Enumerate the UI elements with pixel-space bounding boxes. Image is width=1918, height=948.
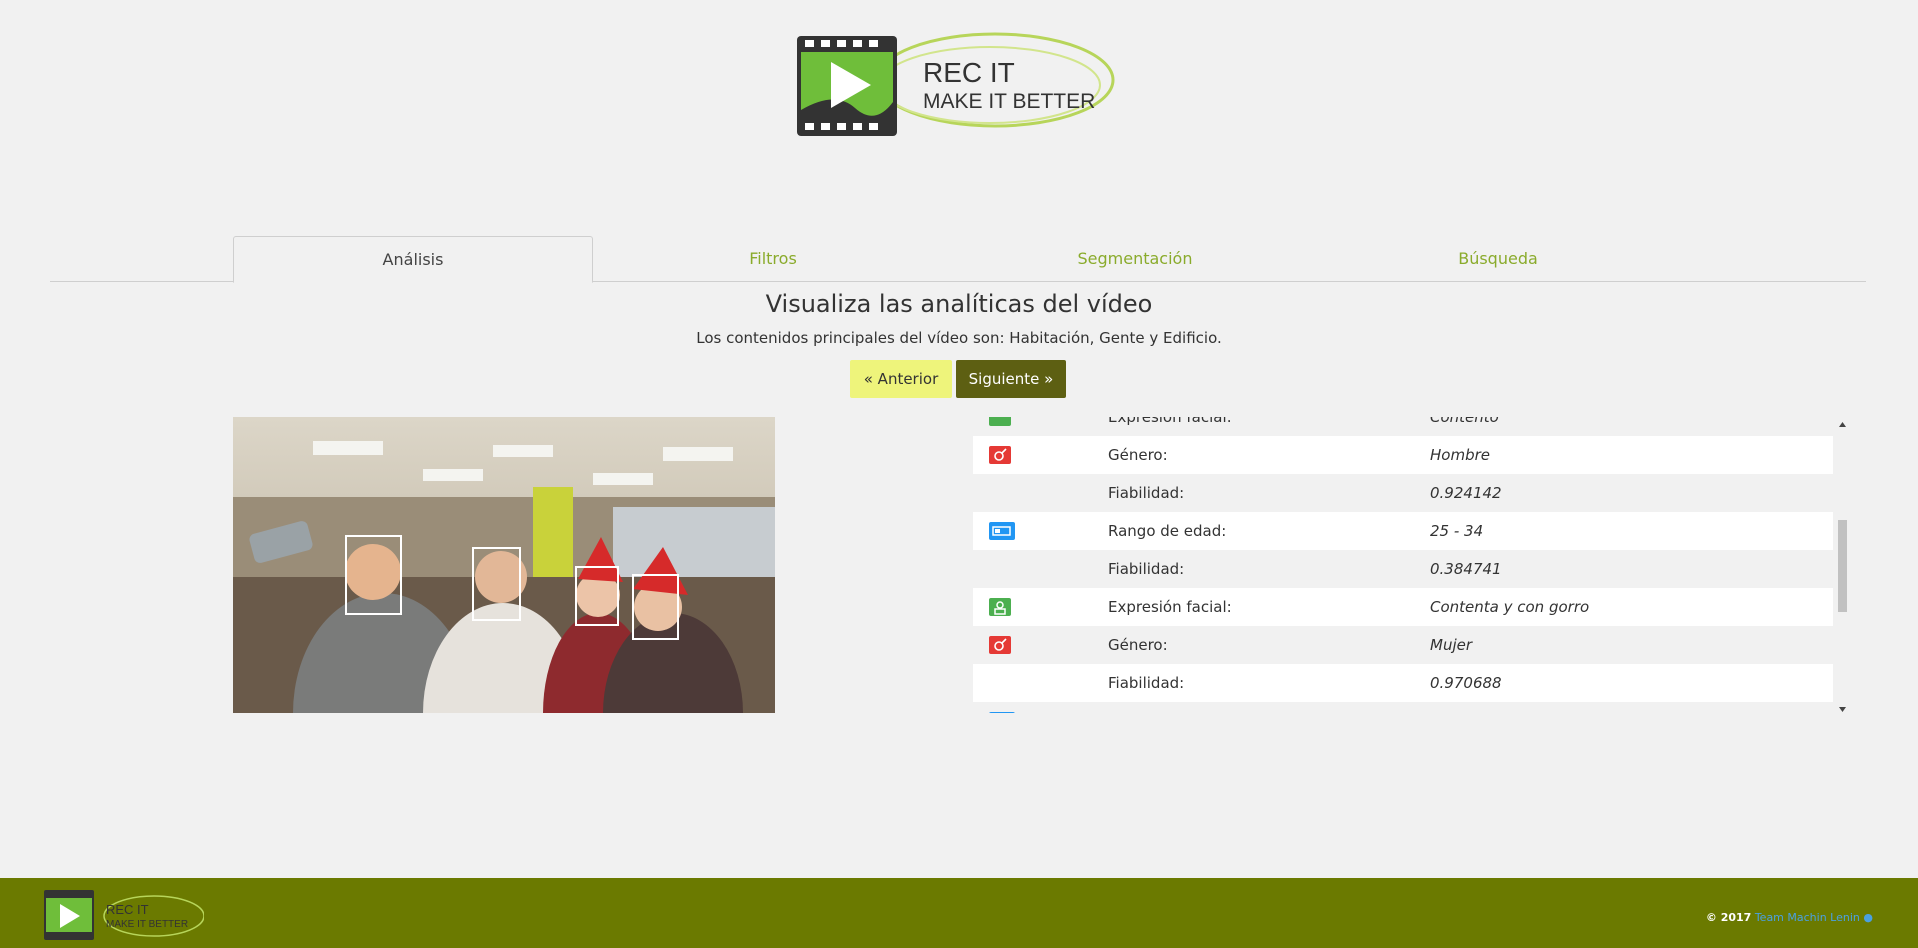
- analysis-row: Fiabilidad: 0.924142: [1108, 484, 1502, 502]
- analysis-row: Género: Hombre: [973, 436, 1833, 474]
- page-subtitle: Los contenidos principales del vídeo son…: [696, 329, 1222, 347]
- footer-logo: REC IT MAKE IT BETTER: [44, 890, 205, 946]
- previous-button[interactable]: « Anterior: [850, 360, 952, 398]
- scroll-up-arrow-icon: [1839, 422, 1846, 427]
- github-icon: ●: [1863, 911, 1873, 924]
- analysis-row: Fiabilidad: 0.970688: [973, 664, 1833, 702]
- age-icon: [989, 712, 1015, 713]
- rec-it-logo: REC IT MAKE IT BETTER: [797, 32, 1115, 136]
- next-button[interactable]: Siguiente »: [956, 360, 1066, 398]
- analysis-row: Rango de edad: 45 - 54: [973, 702, 1833, 713]
- analysis-row: Rango de edad: 25 - 34: [973, 512, 1833, 550]
- copyright: © 2017 Team Machin Lenin ●: [1705, 911, 1873, 924]
- svg-text:MAKE IT BETTER: MAKE IT BETTER: [106, 919, 188, 930]
- svg-text:MAKE IT BETTER: MAKE IT BETTER: [923, 90, 1095, 113]
- face-icon: [989, 598, 1011, 616]
- scroll-thumb: [1838, 520, 1847, 612]
- face-icon: [989, 417, 1011, 426]
- gender-icon: [989, 446, 1011, 464]
- analysis-panel: Expresión facial: Contento Género: Hombr…: [973, 417, 1849, 713]
- svg-text:REC IT: REC IT: [106, 902, 149, 917]
- scroll-down-arrow-icon: [1839, 707, 1846, 712]
- gender-icon: [989, 636, 1011, 654]
- tab-filtros[interactable]: Filtros: [643, 236, 903, 281]
- analysis-scrollbar[interactable]: [1836, 417, 1849, 713]
- analysis-row: Expresión facial: Contenta y con gorro: [973, 588, 1833, 626]
- analysis-row: Expresión facial: Contento: [973, 417, 1833, 436]
- tab-analisis[interactable]: Análisis: [233, 236, 593, 283]
- analysis-row: Fiabilidad: 0.384741: [1108, 560, 1502, 578]
- analysis-row: Género: Mujer: [973, 626, 1833, 664]
- video-frame-image: [233, 417, 775, 713]
- tab-segmentacion[interactable]: Segmentación: [1005, 236, 1265, 281]
- age-icon: [989, 522, 1015, 540]
- video-frame: [233, 417, 775, 713]
- header-logo: REC IT MAKE IT BETTER: [795, 30, 1120, 140]
- tab-busqueda[interactable]: Búsqueda: [1368, 236, 1628, 281]
- team-link[interactable]: Team Machin Lenin: [1755, 911, 1860, 924]
- svg-text:REC IT: REC IT: [923, 57, 1015, 88]
- page-title: Visualiza las analíticas del vídeo: [765, 290, 1153, 318]
- tab-bar: Análisis Filtros Segmentación Búsqueda: [50, 236, 1866, 283]
- footer: REC IT MAKE IT BETTER: [0, 878, 1918, 948]
